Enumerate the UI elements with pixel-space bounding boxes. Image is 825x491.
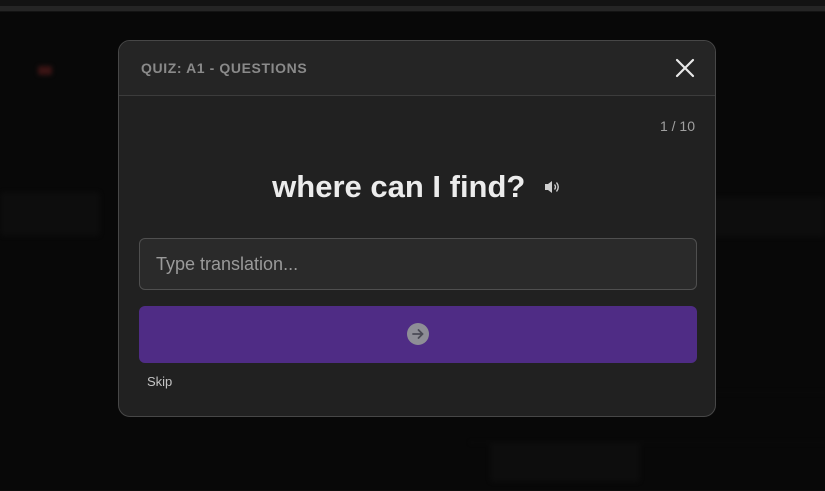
translation-input[interactable] [139,238,697,290]
question-text: where can I find? [272,169,526,204]
modal-header: QUIZ: A1 - QUESTIONS [119,41,715,96]
speaker-button[interactable] [544,179,562,195]
modal-title: QUIZ: A1 - QUESTIONS [141,60,308,76]
skip-link[interactable]: Skip [147,374,172,389]
submit-button[interactable] [139,306,697,363]
arrow-right-circle-icon [407,323,429,345]
question-row: where can I find? [119,169,715,205]
speaker-icon [544,181,559,193]
close-button[interactable] [673,56,697,80]
quiz-modal: QUIZ: A1 - QUESTIONS 1 / 10 where can I … [118,40,716,417]
close-icon [675,58,695,78]
progress-counter: 1 / 10 [659,118,695,134]
